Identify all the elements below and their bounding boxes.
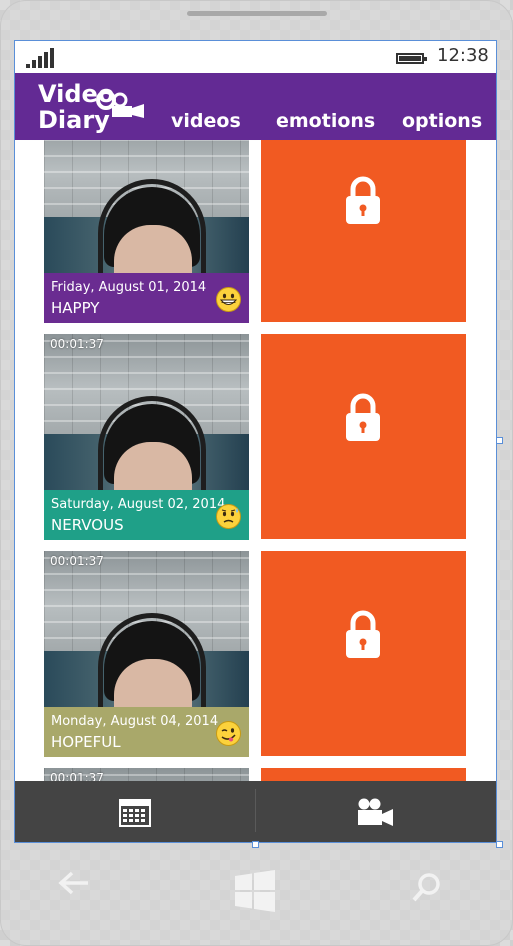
wink-emoji-icon xyxy=(216,721,241,746)
calendar-icon[interactable] xyxy=(119,797,151,827)
back-arrow-icon[interactable] xyxy=(58,871,90,895)
nervous-emoji-icon xyxy=(216,504,241,529)
video-duration: 00:01:37 xyxy=(50,554,104,568)
lock-icon xyxy=(346,610,380,658)
entry-emotion: HAPPY xyxy=(51,299,100,317)
video-thumbnail[interactable]: 00:01:37 Monday, August 04, 2014 HOPEFUL xyxy=(44,551,249,757)
app-header: Video Diary videos emotions options xyxy=(15,73,496,140)
lock-icon xyxy=(346,393,380,441)
logo-camera-icon xyxy=(96,90,144,118)
selection-handle xyxy=(496,437,503,444)
search-icon[interactable] xyxy=(411,871,443,903)
locked-video-tile[interactable] xyxy=(261,768,466,781)
entry-info-bar: Monday, August 04, 2014 HOPEFUL xyxy=(44,707,249,757)
video-list[interactable]: Friday, August 01, 2014 HAPPY 00:01:37 S… xyxy=(15,140,496,781)
bottom-app-bar xyxy=(15,781,496,842)
entry-date: Saturday, August 02, 2014 xyxy=(51,497,226,512)
entry-date: Friday, August 01, 2014 xyxy=(51,280,207,295)
video-thumbnail[interactable]: 00:01:37 Saturday, August 02, 2014 NERVO… xyxy=(44,334,249,540)
video-diary-logo[interactable]: Video Diary xyxy=(38,81,148,135)
app-bar-divider xyxy=(255,789,256,832)
app-screen: 12:38 Video Diary videos emotions option… xyxy=(14,40,497,843)
status-clock: 12:38 xyxy=(437,45,489,66)
selection-handle xyxy=(496,841,503,848)
locked-video-tile[interactable] xyxy=(261,551,466,756)
video-thumbnail[interactable]: 00:01:37 xyxy=(44,768,249,781)
status-bar: 12:38 xyxy=(15,41,496,73)
windows-logo-icon[interactable] xyxy=(234,870,276,912)
video-duration: 00:01:37 xyxy=(50,337,104,351)
nav-emotions[interactable]: emotions xyxy=(276,110,375,132)
locked-video-tile[interactable] xyxy=(261,334,466,539)
video-duration: 00:01:37 xyxy=(50,771,104,781)
battery-icon xyxy=(396,53,427,64)
lock-icon xyxy=(346,176,380,224)
signal-icon xyxy=(26,48,58,68)
video-thumbnail[interactable]: Friday, August 01, 2014 HAPPY xyxy=(44,140,249,323)
entry-info-bar: Friday, August 01, 2014 HAPPY xyxy=(44,273,249,323)
nav-options[interactable]: options xyxy=(402,110,482,132)
entry-emotion: NERVOUS xyxy=(51,516,124,534)
selection-handle xyxy=(252,841,259,848)
video-camera-icon[interactable] xyxy=(356,797,394,827)
nav-videos[interactable]: videos xyxy=(171,110,241,132)
phone-speaker xyxy=(187,11,327,16)
entry-date: Monday, August 04, 2014 xyxy=(51,714,219,729)
entry-emotion: HOPEFUL xyxy=(51,733,121,751)
grinning-emoji-icon xyxy=(216,287,241,312)
locked-video-tile[interactable] xyxy=(261,140,466,322)
entry-info-bar: Saturday, August 02, 2014 NERVOUS xyxy=(44,490,249,540)
